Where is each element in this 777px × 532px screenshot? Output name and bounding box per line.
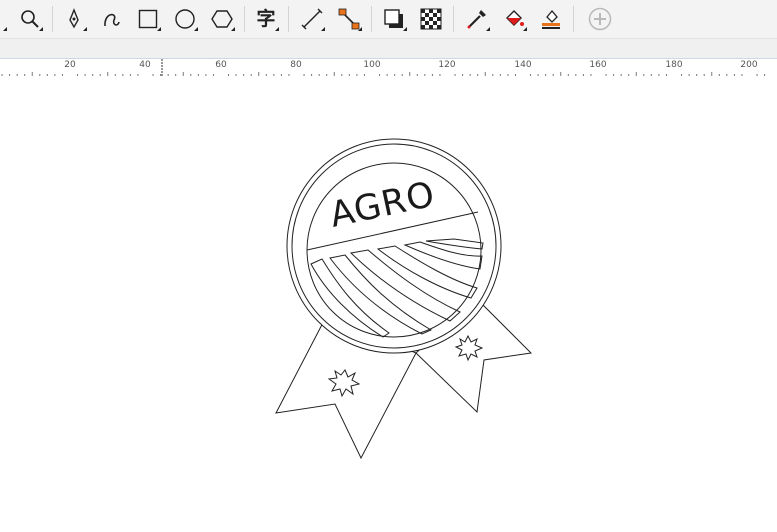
curve-icon xyxy=(104,13,120,27)
ruler-label: 60 xyxy=(215,60,227,70)
toolbar-separator xyxy=(573,6,574,32)
ruler-label: 100 xyxy=(363,60,381,70)
hexagon-icon xyxy=(211,10,233,28)
ruler-ticks xyxy=(1,59,766,77)
pen-tool-button[interactable] xyxy=(58,3,90,35)
plus-circle-icon xyxy=(588,7,612,31)
fill-bucket-icon xyxy=(506,10,524,26)
drop-shadow-tool-button[interactable] xyxy=(378,3,410,35)
ruler-label: 140 xyxy=(514,60,532,70)
smart-fill-tool-button[interactable] xyxy=(535,3,567,35)
smart-fill-icon xyxy=(542,9,560,29)
ruler-label: 160 xyxy=(589,60,607,70)
star-right-ribbon[interactable] xyxy=(454,334,484,362)
ruler-label: 80 xyxy=(290,60,302,70)
add-tool-button[interactable] xyxy=(584,3,616,35)
ruler-label: 40 xyxy=(139,60,151,70)
text-tool-button[interactable]: 字 xyxy=(250,3,282,35)
toolbox: 字 xyxy=(0,0,777,39)
interactive-fill-tool-button[interactable] xyxy=(498,3,530,35)
property-bar xyxy=(0,39,777,59)
bezier-tool-button[interactable] xyxy=(95,3,127,35)
pen-nib-icon xyxy=(69,8,79,29)
drawing-canvas[interactable]: AGRO xyxy=(0,77,777,532)
polygon-tool-button[interactable] xyxy=(206,3,238,35)
agro-badge-drawing[interactable]: AGRO xyxy=(0,77,777,532)
star-left-ribbon[interactable] xyxy=(327,369,361,398)
toolbar-separator xyxy=(453,6,454,32)
toolbar-separator xyxy=(371,6,372,32)
dimension-tool-button[interactable] xyxy=(296,3,328,35)
eyedropper-icon xyxy=(467,10,486,29)
ruler-label: 180 xyxy=(665,60,683,70)
text-icon: 字 xyxy=(256,7,276,30)
ruler-label: 120 xyxy=(438,60,456,70)
ruler-label: 20 xyxy=(64,60,76,70)
rectangle-tool-button[interactable] xyxy=(132,3,164,35)
shadow-icon xyxy=(384,9,403,28)
toolbar-separator xyxy=(244,6,245,32)
ellipse-icon xyxy=(175,9,195,29)
horizontal-ruler[interactable]: 20 40 60 80 100 120 140 160 180 200 xyxy=(0,58,777,78)
connector-icon xyxy=(338,8,360,30)
rectangle-icon xyxy=(138,9,158,29)
zoom-tool-button[interactable] xyxy=(14,3,46,35)
dimension-line-icon xyxy=(301,8,323,30)
magnifier-icon xyxy=(21,10,39,28)
connector-tool-button[interactable] xyxy=(333,3,365,35)
ruler-label: 200 xyxy=(740,60,758,70)
toolbar-separator xyxy=(52,6,53,32)
previous-tool-button[interactable] xyxy=(0,3,10,35)
ellipse-tool-button[interactable] xyxy=(169,3,201,35)
toolbar-separator xyxy=(288,6,289,32)
eyedropper-tool-button[interactable] xyxy=(461,3,493,35)
transparency-tool-button[interactable] xyxy=(415,3,447,35)
checker-icon xyxy=(420,8,442,30)
